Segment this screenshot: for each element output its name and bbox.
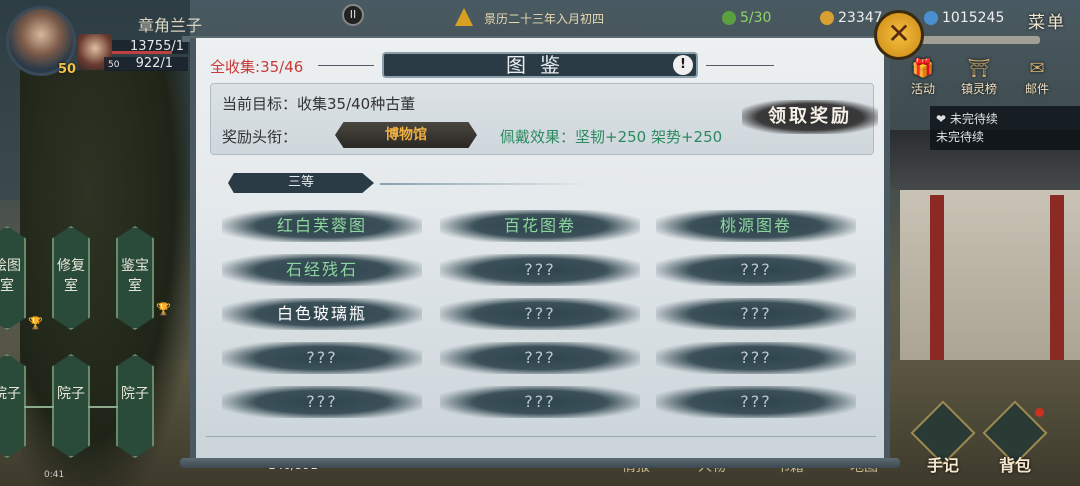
panel-bottom-line bbox=[206, 436, 876, 437]
nav-connector bbox=[24, 406, 54, 408]
antique-item[interactable]: ??? bbox=[222, 386, 422, 418]
pause-button[interactable]: II bbox=[342, 4, 364, 26]
ranking-button[interactable]: ⛩ 镇灵榜 bbox=[954, 58, 1004, 98]
nav-yard-2[interactable]: 院子 bbox=[52, 354, 90, 458]
antique-item[interactable]: ??? bbox=[440, 386, 640, 418]
mail-button[interactable]: ✉ 邮件 bbox=[1012, 58, 1062, 98]
journal-label: 手记 bbox=[926, 456, 959, 475]
mail-label: 邮件 bbox=[1024, 82, 1049, 96]
nav-drawing-room-label: 绘图室 bbox=[0, 258, 21, 294]
wear-effect: 佩戴效果：坚韧+250 架势+250 bbox=[500, 128, 723, 146]
antique-item[interactable]: ??? bbox=[440, 298, 640, 330]
activity-button[interactable]: 🎁 活动 bbox=[898, 58, 948, 98]
nav-drawing-room[interactable]: 绘图室 bbox=[0, 226, 26, 330]
mp-bar: 50 922/1 bbox=[104, 57, 188, 71]
pending-line-1: ❤ 未完待续 bbox=[936, 112, 998, 126]
mp-text: 922/1 bbox=[135, 56, 174, 71]
level-badge: 50 bbox=[58, 62, 77, 77]
antique-item[interactable]: ??? bbox=[440, 342, 640, 374]
player-name: 章角兰子 bbox=[138, 16, 203, 35]
antique-item[interactable]: ??? bbox=[656, 386, 856, 418]
reward-title-label: 奖励头衔： bbox=[222, 128, 298, 146]
date-text: 景历二十三年入月初四 bbox=[484, 12, 605, 26]
antique-item[interactable]: ??? bbox=[656, 298, 856, 330]
activity-label: 活动 bbox=[910, 82, 935, 96]
claim-reward-button[interactable]: 领取奖励 bbox=[742, 100, 878, 134]
gem-icon bbox=[924, 11, 938, 25]
antique-item[interactable]: ??? bbox=[656, 254, 856, 286]
tree bbox=[20, 70, 190, 486]
nav-repair-room[interactable]: 修复室 bbox=[52, 226, 90, 330]
pending-line-2: 未完待续 bbox=[936, 130, 985, 144]
status-time: 0:41 bbox=[44, 470, 65, 480]
journal-button[interactable]: 手记 bbox=[910, 400, 976, 475]
total-collection: 全收集:35/46 bbox=[210, 56, 303, 77]
grade-divider bbox=[380, 183, 590, 185]
notification-dot bbox=[1035, 408, 1044, 417]
stamina-icon bbox=[722, 11, 736, 25]
gift-icon: 🎁 bbox=[911, 58, 935, 79]
hp-fill bbox=[112, 51, 172, 54]
antique-item[interactable]: 石经残石 bbox=[222, 254, 422, 286]
bag-button[interactable]: 背包 bbox=[982, 400, 1048, 475]
grade-tag: 三等 bbox=[228, 173, 374, 193]
nav-yard-1[interactable]: 院子 bbox=[0, 354, 26, 458]
antique-item[interactable]: ??? bbox=[656, 342, 856, 374]
coin-icon bbox=[820, 11, 834, 25]
info-icon[interactable]: ! bbox=[673, 55, 693, 75]
nav-connector bbox=[88, 406, 118, 408]
collect-label: 全收集: bbox=[210, 58, 261, 76]
bag-label: 背包 bbox=[998, 456, 1031, 475]
current-goal: 当前目标：收集35/40种古董 bbox=[222, 95, 416, 113]
menu-button[interactable]: 菜单 bbox=[1028, 8, 1066, 33]
divider-line bbox=[706, 65, 774, 66]
antique-item[interactable]: 红白芙蓉图 bbox=[222, 210, 422, 242]
menu-brush-stroke bbox=[920, 36, 1040, 44]
nav-yard-label: 院子 bbox=[57, 386, 85, 402]
gem-value: 1015245 bbox=[942, 10, 1005, 26]
antique-item[interactable]: 白色玻璃瓶 bbox=[222, 298, 422, 330]
nav-yard-label: 院子 bbox=[0, 386, 21, 402]
stamina-value: 5/30 bbox=[740, 10, 772, 26]
mail-icon: ✉ bbox=[1029, 58, 1045, 79]
pillar bbox=[1050, 195, 1064, 370]
nav-yard-label: 院子 bbox=[121, 386, 149, 402]
antique-item[interactable]: 百花图卷 bbox=[440, 210, 640, 242]
pillar bbox=[930, 195, 944, 370]
antique-item[interactable]: ??? bbox=[440, 254, 640, 286]
antique-item[interactable]: 桃源图卷 bbox=[656, 210, 856, 242]
tower-icon: ⛩ bbox=[967, 58, 991, 79]
mp-level: 50 bbox=[108, 60, 120, 70]
antique-item[interactable]: ??? bbox=[222, 342, 422, 374]
pending-text-1: 未完待续 bbox=[949, 112, 998, 126]
reward-title-plaque: 博物馆 bbox=[335, 122, 477, 148]
nav-yard-3[interactable]: 院子 bbox=[116, 354, 154, 458]
ranking-label: 镇灵榜 bbox=[960, 82, 997, 96]
pending-quest-box[interactable]: ❤ 未完待续 未完待续 bbox=[930, 106, 1080, 150]
trophy-icon: 🏆 bbox=[28, 316, 43, 330]
nav-appraisal-room-label: 鉴宝室 bbox=[121, 258, 149, 294]
hp-bar: 13755/1 bbox=[112, 40, 188, 54]
panel-title: 图鉴 bbox=[382, 52, 698, 78]
trophy-icon: 🏆 bbox=[156, 302, 171, 316]
close-button[interactable]: ✕ bbox=[874, 10, 924, 60]
collect-value: 35/46 bbox=[260, 58, 304, 76]
nav-appraisal-room[interactable]: 鉴宝室 bbox=[116, 226, 154, 330]
divider-line bbox=[318, 65, 374, 66]
scroll-bottom-rod bbox=[180, 458, 900, 468]
nav-repair-room-label: 修复室 bbox=[57, 258, 85, 294]
